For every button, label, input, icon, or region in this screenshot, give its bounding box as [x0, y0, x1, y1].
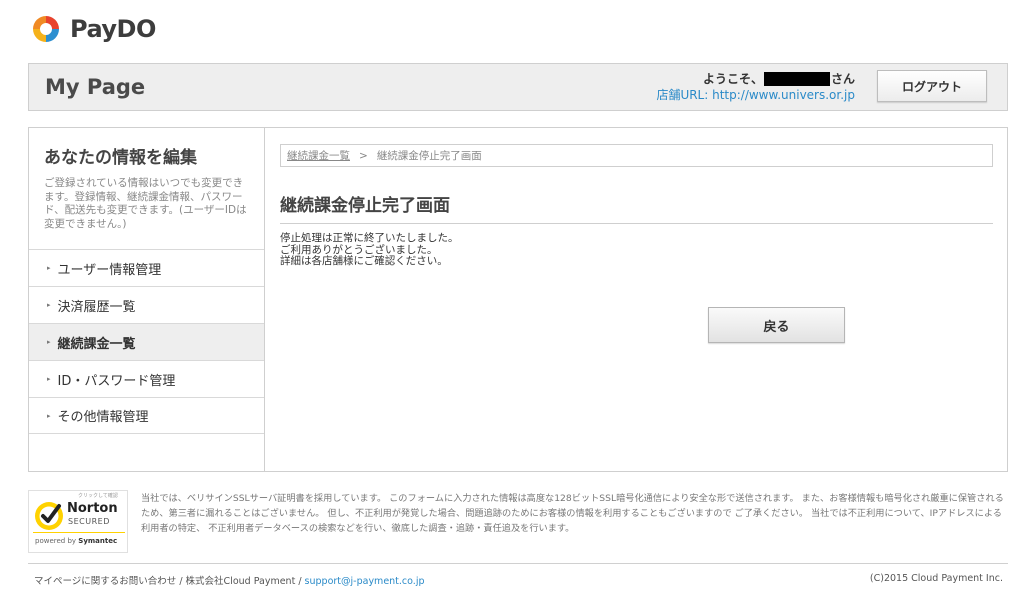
sidebar-title: あなたの情報を編集: [44, 148, 197, 168]
shop-url-link[interactable]: http://www.univers.or.jp: [712, 88, 855, 102]
sidebar-item-other-info[interactable]: ▸ その他情報管理: [29, 397, 264, 434]
sidebar-nav: ▸ ユーザー情報管理 ▸ 決済履歴一覧 ▸ 継続課金一覧 ▸ ID・パスワード管…: [29, 249, 264, 434]
redacted-username: [763, 72, 830, 86]
sidebar-item-id-password[interactable]: ▸ ID・パスワード管理: [29, 360, 264, 397]
footer-contact: マイページに関するお問い合わせ / 株式会社Cloud Payment / su…: [34, 573, 424, 587]
message-line: 詳細は各店舗様にご確認ください。: [280, 255, 448, 267]
sidebar-item-label: ID・パスワード管理: [57, 373, 176, 389]
message-line: 停止処理は正常に終了いたしました。: [280, 232, 459, 244]
paydo-logo-icon: [33, 16, 59, 42]
bullet-icon: ▸: [47, 264, 51, 272]
divider: [33, 532, 125, 533]
powered-prefix: powered by: [35, 537, 79, 545]
norton-checkmark-icon: [35, 502, 63, 530]
shop-url: 店舗URL: http://www.univers.or.jp: [656, 87, 855, 103]
sidebar-item-payment-history[interactable]: ▸ 決済履歴一覧: [29, 286, 264, 323]
content-area: 継続課金一覧 > 継続課金停止完了画面 継続課金停止完了画面 停止処理は正常に終…: [265, 128, 1007, 471]
main-panel: あなたの情報を編集 ご登録されている情報はいつでも変更できます。登録情報、継続課…: [28, 127, 1008, 472]
norton-secured-badge[interactable]: クリックして確認 Norton SECURED powered by Syman…: [28, 490, 128, 553]
breadcrumb-current: 継続課金停止完了画面: [376, 150, 482, 162]
support-email-link[interactable]: support@j-payment.co.jp: [305, 576, 425, 587]
sidebar-item-subscriptions[interactable]: ▸ 継続課金一覧: [29, 323, 264, 360]
norton-name: Norton: [67, 501, 118, 516]
norton-powered-by: powered by Symantec: [35, 537, 117, 545]
breadcrumb: 継続課金一覧 > 継続課金停止完了画面: [280, 144, 993, 167]
footer-contact-text: マイページに関するお問い合わせ / 株式会社Cloud Payment /: [34, 576, 305, 587]
sidebar-item-label: 継続課金一覧: [57, 336, 136, 352]
welcome-message: ようこそ、 さん: [656, 71, 855, 87]
footer-divider: [28, 563, 1008, 564]
shop-url-label: 店舗URL:: [656, 88, 713, 102]
sidebar-item-label: 決済履歴一覧: [57, 299, 136, 315]
bullet-icon: ▸: [47, 301, 51, 309]
welcome-prefix: ようこそ、: [702, 72, 763, 86]
sidebar-item-label: ユーザー情報管理: [57, 262, 162, 278]
completion-message: 停止処理は正常に終了いたしました。 ご利用ありがとうございました。 詳細は各店舗…: [280, 232, 459, 268]
footer-copyright: (C)2015 Cloud Payment Inc.: [869, 573, 1003, 584]
content-title: 継続課金停止完了画面: [280, 191, 993, 224]
welcome-suffix: さん: [830, 72, 855, 86]
norton-secured-label: SECURED: [68, 517, 110, 526]
back-button[interactable]: 戻る: [708, 307, 845, 343]
powered-brand: Symantec: [78, 537, 118, 545]
bullet-icon: ▸: [47, 375, 51, 383]
sidebar: あなたの情報を編集 ご登録されている情報はいつでも変更できます。登録情報、継続課…: [29, 128, 265, 471]
page-header: My Page ようこそ、 さん 店舗URL: http://www.unive…: [28, 63, 1008, 111]
paydo-logo[interactable]: PayDO: [30, 12, 156, 46]
norton-click-hint: クリックして確認: [78, 493, 118, 499]
sidebar-item-label: その他情報管理: [57, 410, 149, 425]
welcome-block: ようこそ、 さん 店舗URL: http://www.univers.or.jp: [656, 71, 855, 103]
brand-name: PayDO: [70, 15, 156, 43]
breadcrumb-link-subscriptions[interactable]: 継続課金一覧: [287, 148, 350, 163]
breadcrumb-separator: >: [359, 149, 368, 162]
bullet-icon: ▸: [47, 411, 51, 420]
bullet-icon: ▸: [47, 338, 51, 346]
logout-button[interactable]: ログアウト: [877, 70, 987, 102]
page-title: My Page: [45, 75, 146, 99]
sidebar-item-user-info[interactable]: ▸ ユーザー情報管理: [29, 249, 264, 286]
sidebar-description: ご登録されている情報はいつでも変更できます。登録情報、継続課金情報、パスワード、…: [44, 177, 247, 230]
security-notice: 当社では、ベリサインSSLサーバ証明書を採用しています。 このフォームに入力され…: [141, 493, 1004, 534]
